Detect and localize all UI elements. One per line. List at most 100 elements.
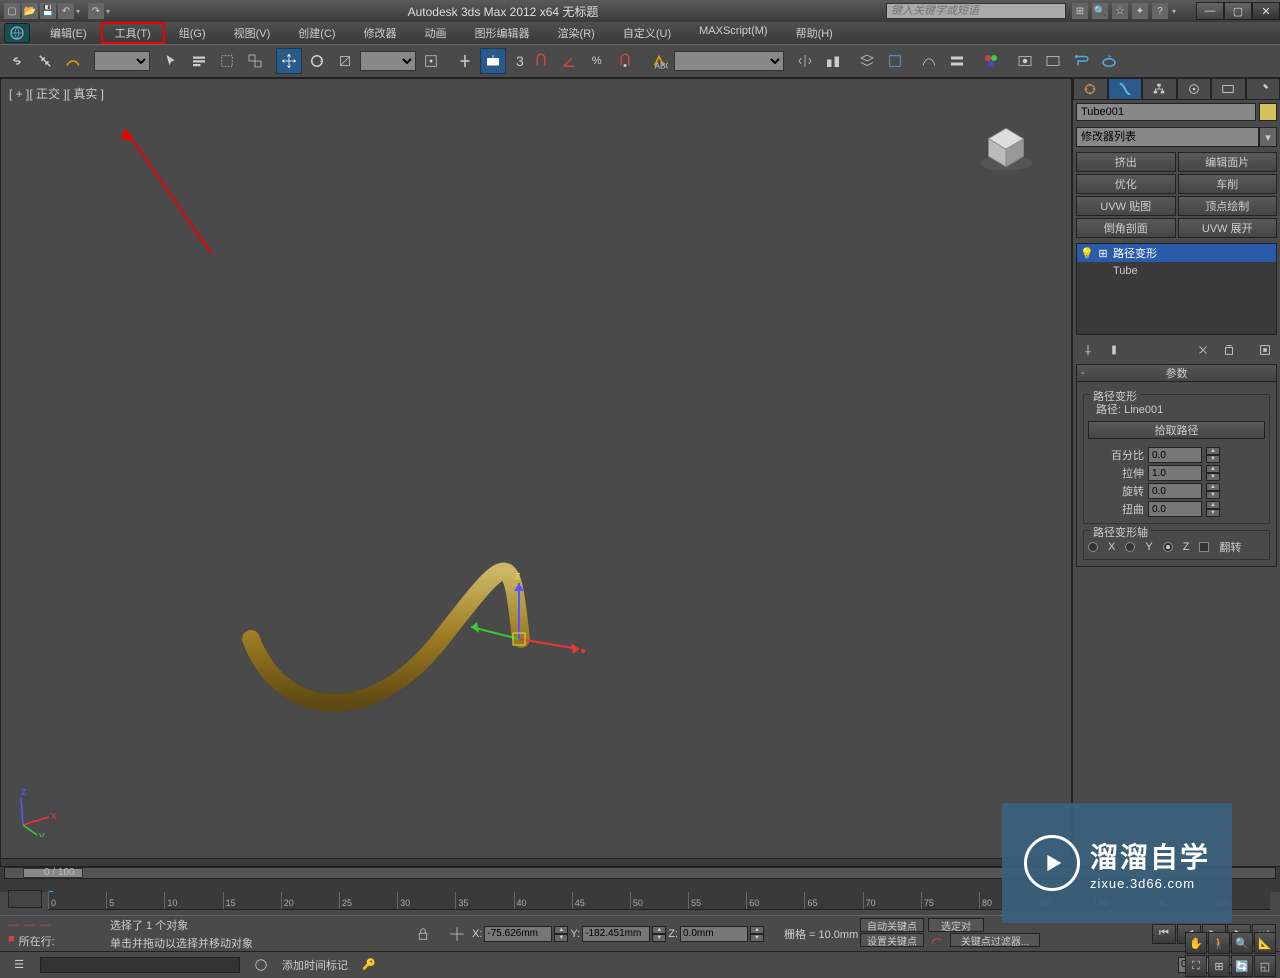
comm-center-icon[interactable]: ⊞	[1072, 3, 1088, 19]
align-icon[interactable]	[820, 48, 846, 74]
keyboard-shortcut-icon[interactable]	[480, 48, 506, 74]
axis-radio-X[interactable]	[1088, 542, 1098, 552]
zoom-icon[interactable]: 🔍	[1231, 932, 1253, 954]
stretch-spinner[interactable]: ▲▼	[1206, 465, 1220, 481]
modifier-preset-button[interactable]: 顶点绘制	[1178, 196, 1278, 216]
select-region-rect-icon[interactable]	[214, 48, 240, 74]
search-icon[interactable]: 🔍	[1092, 3, 1108, 19]
make-unique-icon[interactable]	[1191, 340, 1215, 360]
y-coord-input[interactable]	[582, 926, 650, 942]
select-icon[interactable]	[158, 48, 184, 74]
modifier-preset-button[interactable]: 挤出	[1076, 152, 1176, 172]
modifier-preset-button[interactable]: 优化	[1076, 174, 1176, 194]
fov-icon[interactable]: 📐	[1254, 932, 1276, 954]
named-sel-set-drop[interactable]: 创建选择集	[674, 51, 784, 71]
maxscript-listener-input[interactable]	[40, 957, 240, 973]
render-frame-icon[interactable]	[1040, 48, 1066, 74]
hierarchy-tab[interactable]	[1142, 78, 1177, 100]
menu-U[interactable]: 自定义(U)	[609, 22, 685, 44]
z-coord-input[interactable]	[680, 926, 748, 942]
selection-filter-drop[interactable]: 全部	[94, 51, 150, 71]
object-color-swatch[interactable]	[1259, 103, 1277, 121]
orbit-icon[interactable]: 🔄	[1231, 955, 1253, 977]
menu-[interactable]: 修改器	[350, 22, 411, 44]
display-tab[interactable]	[1211, 78, 1246, 100]
menu-R[interactable]: 渲染(R)	[544, 22, 609, 44]
stack-item[interactable]: 💡⊞路径变形	[1077, 244, 1276, 262]
undo-dd-icon[interactable]: ▾	[76, 3, 86, 19]
autokey-button[interactable]: 自动关键点	[860, 918, 924, 932]
params-rollout-header[interactable]: - 参数	[1076, 364, 1277, 382]
window-crossing-icon[interactable]	[242, 48, 268, 74]
material-editor-icon[interactable]	[978, 48, 1004, 74]
modifier-preset-button[interactable]: 编辑面片	[1178, 152, 1278, 172]
menu-V[interactable]: 视图(V)	[220, 22, 285, 44]
axis-radio-Y[interactable]	[1125, 542, 1135, 552]
stack-item[interactable]: Tube	[1077, 262, 1276, 280]
manipulate-icon[interactable]	[452, 48, 478, 74]
percent-spinner[interactable]: ▲▼	[1206, 447, 1220, 463]
create-tab[interactable]	[1073, 78, 1108, 100]
render-icon[interactable]	[1096, 48, 1122, 74]
flip-checkbox[interactable]	[1199, 542, 1209, 552]
modifier-preset-button[interactable]: 车削	[1178, 174, 1278, 194]
help-search[interactable]	[886, 3, 1066, 19]
transform-type-icon[interactable]	[444, 921, 470, 947]
curve-editor-icon[interactable]	[916, 48, 942, 74]
unlink-icon[interactable]	[32, 48, 58, 74]
walk-icon[interactable]: 🚶	[1208, 932, 1230, 954]
maximize-button[interactable]: ▢	[1224, 2, 1252, 20]
menu-E[interactable]: 编辑(E)	[36, 22, 101, 44]
menu-H[interactable]: 帮助(H)	[782, 22, 847, 44]
add-time-tag-label[interactable]: 添加时间标记	[282, 957, 348, 973]
zoom-extents-icon[interactable]: ⛶	[1185, 955, 1207, 977]
rotate-spinner[interactable]: ▲▼	[1206, 483, 1220, 499]
viewcube[interactable]	[971, 109, 1041, 179]
minimize-button[interactable]: —	[1196, 2, 1224, 20]
isolate-icon[interactable]	[248, 952, 274, 978]
ed-sel-set-icon[interactable]: ABC	[646, 48, 672, 74]
setkey-button[interactable]: 设置关键点	[860, 933, 924, 947]
redo-dd-icon[interactable]: ▾	[106, 3, 116, 19]
configure-sets-icon[interactable]	[1253, 340, 1277, 360]
menu-MAXScriptM[interactable]: MAXScript(M)	[685, 22, 781, 44]
render-prod-icon[interactable]	[1068, 48, 1094, 74]
pivot-icon[interactable]	[418, 48, 444, 74]
goto-start-icon[interactable]: ⏮	[1152, 924, 1176, 944]
open-icon[interactable]: 📂	[22, 3, 38, 19]
layer-manager-icon[interactable]	[854, 48, 880, 74]
utilities-tab[interactable]	[1246, 78, 1280, 100]
modifier-stack[interactable]: 💡⊞路径变形Tube	[1076, 243, 1277, 335]
redo-icon[interactable]: ↷	[88, 3, 104, 19]
undo-icon[interactable]: ↶	[58, 3, 74, 19]
scale-icon[interactable]	[332, 48, 358, 74]
twist-input[interactable]	[1148, 501, 1202, 517]
percent-snap-icon[interactable]: %	[584, 48, 610, 74]
pan-icon[interactable]: ✋	[1185, 932, 1207, 954]
app-menu-icon[interactable]	[4, 23, 30, 43]
y-spinner[interactable]: ▲▼	[652, 926, 666, 942]
modifier-list-drop-button[interactable]: ▾	[1259, 127, 1277, 147]
modify-tab[interactable]	[1108, 78, 1143, 100]
motion-tab[interactable]	[1177, 78, 1212, 100]
remove-mod-icon[interactable]	[1217, 340, 1241, 360]
favorites-icon[interactable]: ☆	[1112, 3, 1128, 19]
modifier-preset-button[interactable]: UVW 展开	[1178, 218, 1278, 238]
move-icon[interactable]	[276, 48, 302, 74]
modifier-list-drop[interactable]: 修改器列表	[1076, 127, 1259, 147]
select-name-icon[interactable]	[186, 48, 212, 74]
modifier-preset-button[interactable]: 倒角剖面	[1076, 218, 1176, 238]
rotate-input[interactable]	[1148, 483, 1202, 499]
pick-path-button[interactable]: 拾取路径	[1088, 421, 1265, 439]
help-icon[interactable]: ?	[1152, 3, 1168, 19]
star-icon[interactable]: ✦	[1132, 3, 1148, 19]
help-dd-icon[interactable]: ▾	[1172, 3, 1182, 19]
x-coord-input[interactable]	[484, 926, 552, 942]
dope-sheet-icon[interactable]	[944, 48, 970, 74]
close-button[interactable]: ✕	[1252, 2, 1280, 20]
stretch-input[interactable]	[1148, 465, 1202, 481]
spinner-snap-icon[interactable]	[612, 48, 638, 74]
menu-T[interactable]: 工具(T)	[101, 22, 165, 44]
max-toggle-icon[interactable]: ◱	[1254, 955, 1276, 977]
show-result-icon[interactable]	[1102, 340, 1126, 360]
